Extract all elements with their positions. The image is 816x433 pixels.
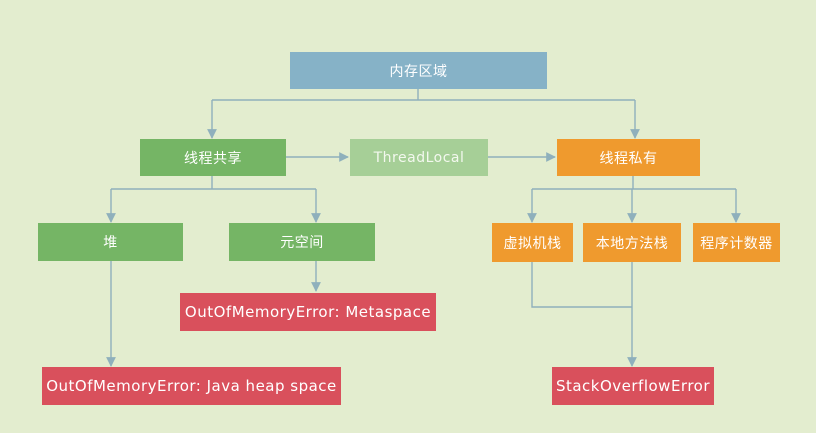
private-node: 线程私有	[557, 139, 700, 176]
pc-register-label: 程序计数器	[700, 235, 773, 252]
private-label: 线程私有	[599, 150, 658, 167]
stack-overflow-error-node: StackOverflowError	[552, 367, 714, 405]
vm-stack-node: 虚拟机栈	[492, 223, 573, 262]
stack-overflow-error-label: StackOverflowError	[555, 377, 711, 395]
shared-label: 线程共享	[184, 150, 242, 167]
heap-node: 堆	[38, 223, 183, 261]
metaspace-error-node: OutOfMemoryError: Metaspace	[180, 293, 436, 331]
metaspace-label: 元空间	[280, 235, 324, 251]
pc-register-node: 程序计数器	[693, 223, 780, 262]
vm-stack-label: 虚拟机栈	[503, 235, 562, 252]
metaspace-error-label: OutOfMemoryError: Metaspace	[184, 303, 432, 321]
metaspace-node: 元空间	[229, 223, 375, 261]
memory-area-diagram: 内存区域 线程共享 ThreadLocal 线程私有 堆 元空间 虚拟机栈 本地…	[0, 0, 816, 433]
heap-error-label: OutOfMemoryError: Java heap space	[46, 377, 337, 395]
root-node: 内存区域	[290, 52, 547, 89]
native-stack-node: 本地方法栈	[583, 223, 681, 262]
vmstack-down-line	[531, 262, 632, 308]
threadlocal-node: ThreadLocal	[350, 139, 488, 176]
shared-node: 线程共享	[140, 139, 286, 176]
heap-error-node: OutOfMemoryError: Java heap space	[42, 367, 341, 405]
threadlocal-label: ThreadLocal	[373, 149, 465, 166]
root-label: 内存区域	[389, 63, 448, 80]
heap-label: 堆	[103, 235, 118, 251]
native-stack-label: 本地方法栈	[595, 235, 669, 252]
